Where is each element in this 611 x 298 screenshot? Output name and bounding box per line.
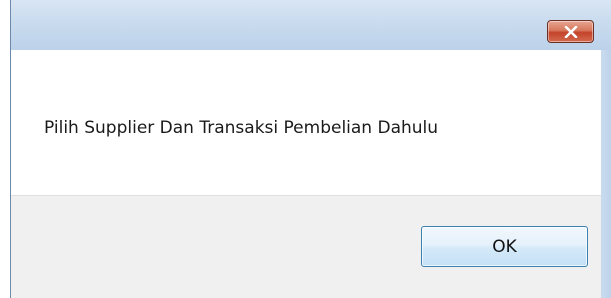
window-frame-right [601, 50, 611, 298]
close-button[interactable] [547, 20, 594, 43]
close-icon [564, 25, 577, 38]
dialog-client-area: Pilih Supplier Dan Transaksi Pembelian D… [11, 50, 601, 298]
screen: Pilih Supplier Dan Transaksi Pembelian D… [0, 0, 611, 298]
button-area: OK [11, 195, 601, 298]
ok-button-label: OK [492, 236, 517, 257]
message-text: Pilih Supplier Dan Transaksi Pembelian D… [44, 118, 439, 138]
title-bar[interactable] [11, 0, 611, 50]
ok-button[interactable]: OK [421, 226, 588, 267]
message-area: Pilih Supplier Dan Transaksi Pembelian D… [11, 50, 601, 195]
message-box-dialog: Pilih Supplier Dan Transaksi Pembelian D… [10, 0, 611, 298]
